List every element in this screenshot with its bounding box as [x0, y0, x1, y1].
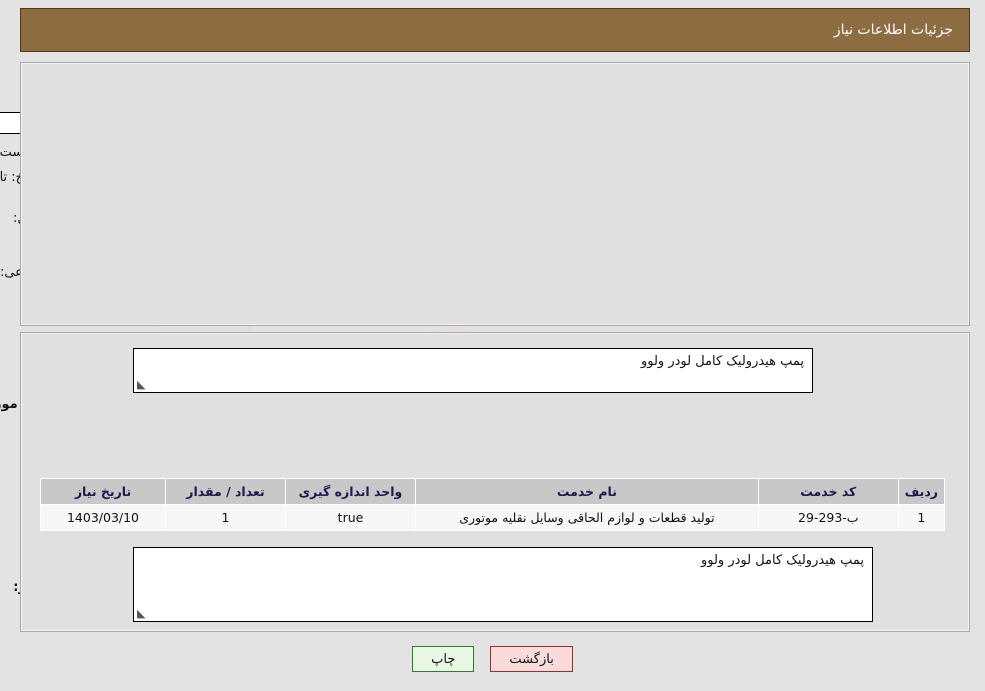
col-index: ردیف [897, 478, 946, 505]
window-title-bar: جزئیات اطلاعات نیاز [20, 8, 970, 52]
summary-textarea[interactable]: پمپ هیدرولیک کامل لودر ولوو ◢ [133, 348, 813, 393]
need-summary-panel [20, 62, 970, 326]
buyer-notes-text: پمپ هیدرولیک کامل لودر ولوو [700, 553, 864, 568]
cell-qty: 1 [165, 504, 286, 531]
col-qty: تعداد / مقدار [165, 478, 286, 505]
page-title: جزئیات اطلاعات نیاز [833, 22, 953, 38]
page-root: AriaTender.net جزئیات اطلاعات نیاز شماره… [0, 0, 985, 691]
table-header-row: ردیف کد خدمت نام خدمت واحد اندازه گیری ت… [40, 478, 946, 505]
cell-index: 1 [897, 504, 946, 531]
resize-grip-icon[interactable]: ◢ [137, 607, 147, 620]
table-row[interactable]: 1 ب-293-29 تولید قطعات و لوازم الحاقی وس… [40, 504, 946, 531]
buyer-notes-textarea[interactable]: پمپ هیدرولیک کامل لودر ولوو ◢ [133, 547, 873, 622]
col-date: تاریخ نیاز [40, 478, 166, 505]
resize-grip-icon[interactable]: ◢ [137, 378, 147, 391]
print-button[interactable]: چاپ [412, 646, 475, 672]
back-button[interactable]: بازگشت [490, 646, 573, 672]
cell-date: 1403/03/10 [40, 504, 166, 531]
summary-text: پمپ هیدرولیک کامل لودر ولوو [640, 354, 804, 369]
col-code: کد خدمت [757, 478, 899, 505]
footer-button-bar: بازگشت چاپ [0, 646, 985, 672]
cell-code: ب-293-29 [757, 504, 899, 531]
col-name: نام خدمت [415, 478, 759, 505]
col-unit: واحد اندازه گیری [285, 478, 416, 505]
cell-name: تولید قطعات و لوازم الحاقی وسایل نقلیه م… [415, 504, 759, 531]
services-table: ردیف کد خدمت نام خدمت واحد اندازه گیری ت… [40, 478, 946, 531]
cell-unit: true [285, 504, 416, 531]
